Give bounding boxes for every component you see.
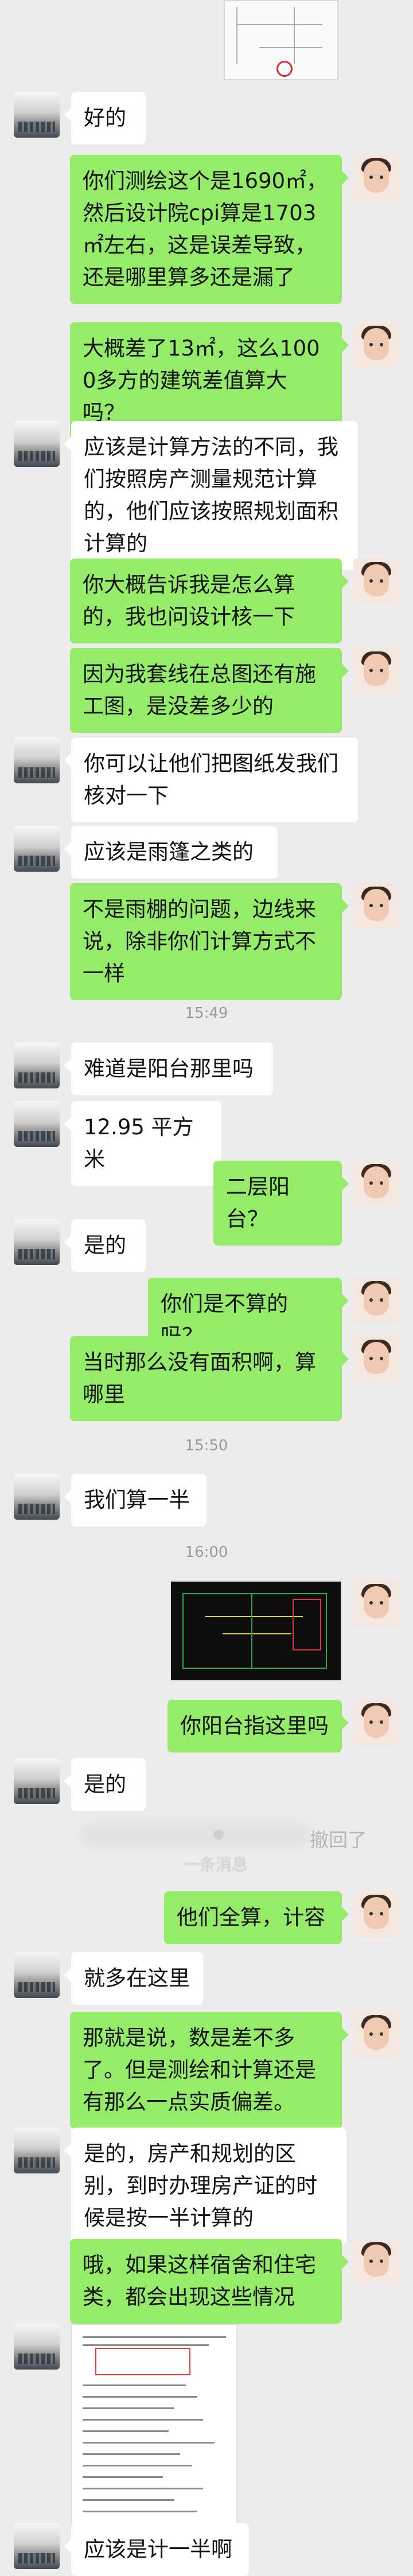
document-image[interactable]	[71, 2324, 237, 2528]
avatar-self[interactable]	[353, 1278, 399, 1324]
recall-dot	[213, 1829, 224, 1840]
recall-text: 撤回了	[310, 1829, 367, 1851]
doc-line	[83, 2476, 163, 2478]
preview-line	[236, 7, 237, 64]
doc-line	[83, 2407, 174, 2409]
timestamp: 15:49	[185, 1005, 228, 1022]
avatar-contact[interactable]	[14, 1219, 60, 1265]
avatar-contact[interactable]	[14, 1758, 60, 1804]
cad-line	[205, 1616, 303, 1617]
cad-line	[326, 1593, 327, 1669]
message-bubble[interactable]: 是的	[64, 1758, 146, 1811]
doc-line	[83, 2419, 203, 2421]
doc-line	[83, 2465, 192, 2466]
cad-line	[182, 1668, 326, 1669]
message-bubble[interactable]: 是的	[64, 1219, 146, 1272]
cad-line	[223, 1633, 291, 1634]
timestamp: 16:00	[185, 1544, 228, 1561]
message-bubble[interactable]: 他们全算，计容	[164, 1891, 349, 1944]
avatar-self[interactable]	[353, 322, 399, 368]
preview-red-circle	[276, 61, 293, 77]
avatar-contact[interactable]	[14, 737, 60, 783]
message-bubble[interactable]: 二层阳台？	[213, 1161, 349, 1246]
avatar-contact[interactable]	[14, 1952, 60, 1998]
doc-line	[83, 2336, 226, 2338]
avatar-self[interactable]	[353, 1891, 399, 1937]
top-image-preview[interactable]	[224, 0, 338, 80]
preview-line	[294, 7, 295, 64]
avatar-self[interactable]	[353, 648, 399, 694]
doc-line	[83, 2499, 174, 2501]
doc-line	[83, 2430, 169, 2432]
message-bubble[interactable]: 那就是说，数是差不多了。但是测绘和计算还是有那么一点实质偏差。	[70, 2012, 349, 2129]
avatar-contact[interactable]	[14, 1043, 60, 1088]
message-bubble[interactable]: 好的	[64, 92, 146, 145]
doc-line	[83, 2344, 209, 2346]
avatar-contact[interactable]	[14, 826, 60, 872]
message-bubble[interactable]: 当时那么没有面积啊，算哪里	[70, 1336, 349, 1421]
message-bubble[interactable]: 哦，如果这样宿舍和住宅类，都会出现这些情况	[70, 2239, 349, 2324]
message-bubble[interactable]: 你可以让他们把图纸发我们核对一下	[64, 737, 358, 822]
avatar-contact[interactable]	[14, 2523, 60, 2569]
avatar-self[interactable]	[353, 155, 399, 201]
avatar-self[interactable]	[353, 1700, 399, 1746]
doc-line	[83, 2396, 197, 2398]
doc-line	[83, 2442, 215, 2444]
avatar-self[interactable]	[353, 1580, 399, 1626]
chat-window: 好的 你们测绘这个是1690㎡，然后设计院cpi算是1703㎡左右，这是误差导致…	[0, 0, 413, 2576]
message-bubble[interactable]: 我们算一半	[64, 1474, 206, 1527]
cad-line	[182, 1593, 326, 1594]
message-bubble[interactable]: 应该是雨篷之类的	[64, 826, 278, 879]
timestamp: 15:50	[185, 1437, 228, 1454]
message-bubble[interactable]: 因为我套线在总图还有施工图，是没差多少的	[70, 648, 349, 733]
avatar-self[interactable]	[353, 2012, 399, 2058]
doc-highlight-box	[95, 2348, 190, 2375]
recall-message-text: 一条消息	[184, 1855, 248, 1874]
message-bubble[interactable]: 你大概告诉我是怎么算的，我也问设计核一下	[70, 559, 349, 643]
message-bubble[interactable]: 12.95 平方米	[64, 1101, 221, 1186]
message-bubble[interactable]: 应该是计算方法的不同，我们按照房产测量规范计算的，他们应该按照规划面积计算的	[64, 421, 358, 570]
cad-drawing-image[interactable]	[170, 1580, 342, 1681]
cad-highlight-box	[293, 1599, 321, 1650]
doc-line	[83, 2453, 180, 2455]
message-bubble[interactable]: 就多在这里	[64, 1952, 203, 2005]
avatar-self[interactable]	[353, 1161, 399, 1207]
doc-line	[83, 2511, 197, 2512]
avatar-self[interactable]	[353, 559, 399, 604]
message-bubble[interactable]: 是的，房产和规划的区别，到时办理房产证的时候是按一半计算的	[64, 2128, 346, 2245]
avatar-contact[interactable]	[14, 2128, 60, 2173]
message-bubble[interactable]: 不是雨棚的问题，边线来说，除非你们计算方式不一样	[70, 883, 349, 1000]
avatar-contact[interactable]	[14, 1474, 60, 1520]
avatar-contact[interactable]	[14, 92, 60, 138]
avatar-contact[interactable]	[14, 421, 60, 467]
preview-line	[236, 24, 322, 25]
avatar-self[interactable]	[353, 1336, 399, 1382]
doc-line	[83, 2488, 203, 2489]
cad-line	[251, 1593, 252, 1668]
preview-line	[259, 47, 322, 48]
message-bubble[interactable]: 你阳台指这里吗	[167, 1700, 349, 1753]
avatar-self[interactable]	[353, 2239, 399, 2285]
message-bubble[interactable]: 你们测绘这个是1690㎡，然后设计院cpi算是1703㎡左右，这是误差导致，还是…	[70, 155, 349, 304]
cad-line	[182, 1593, 184, 1668]
doc-line	[83, 2384, 186, 2386]
avatar-self[interactable]	[353, 883, 399, 929]
recall-blurred-name	[80, 1822, 310, 1848]
message-bubble[interactable]: 应该是计一半啊	[64, 2523, 249, 2576]
avatar-contact[interactable]	[14, 1101, 60, 1147]
recall-notice: 撤回了 一条消息	[0, 1818, 413, 1881]
avatar-contact[interactable]	[14, 2324, 60, 2370]
message-bubble[interactable]: 难道是阳台那里吗	[64, 1043, 273, 1095]
